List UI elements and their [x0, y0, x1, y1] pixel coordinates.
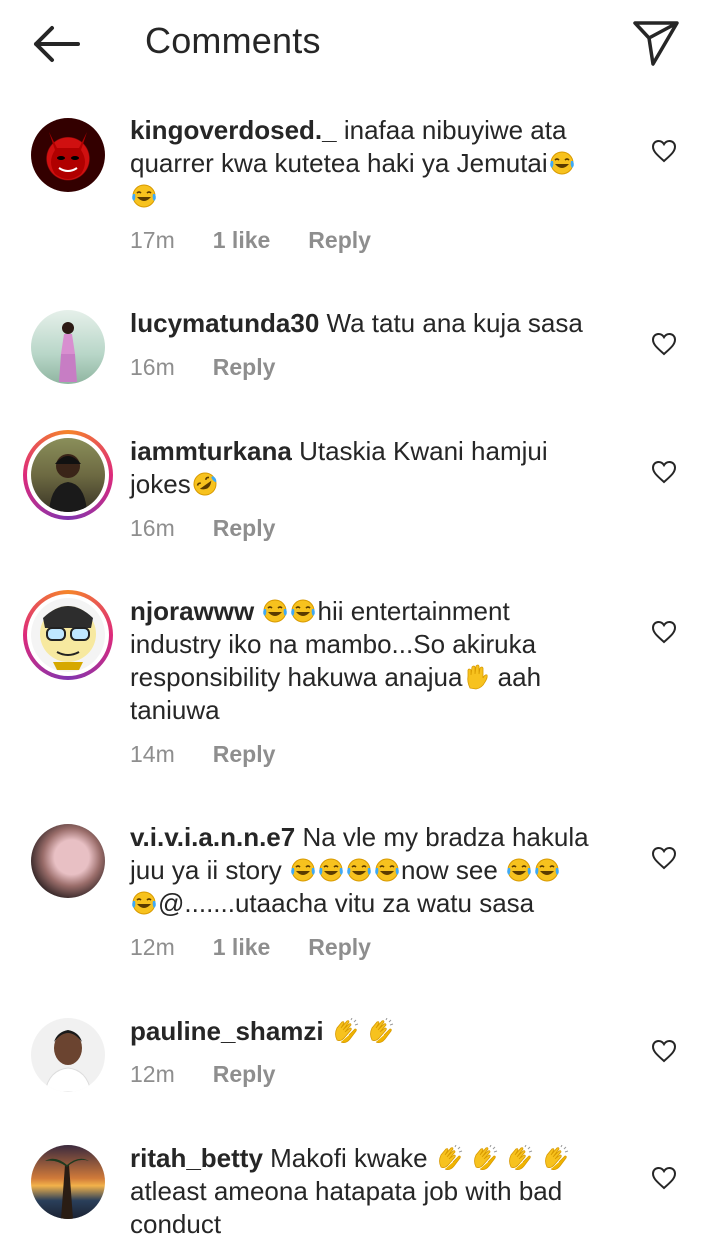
heart-outline-icon[interactable] [651, 139, 677, 163]
comment-time: 17m [130, 227, 175, 253]
comment-username[interactable]: pauline_shamzi [130, 1016, 324, 1046]
clapping-hands-emoji-icon [470, 1145, 498, 1171]
bottom-edge [0, 1238, 719, 1247]
avatar-story-ring[interactable] [23, 590, 113, 680]
comment-body: Wa tatu ana kuja sasa [319, 308, 583, 338]
comment-username[interactable]: iammturkana [130, 436, 292, 466]
comment-body: Utaskia Kwani hamjui [291, 436, 548, 466]
comment-body: Na vle my bradza hakula [295, 822, 589, 852]
laugh-emoji-icon [289, 857, 317, 883]
page-title: Comments [145, 20, 321, 61]
comment-meta: 12m 1 like Reply [130, 934, 409, 961]
comment-body: aah [490, 662, 542, 692]
avatar[interactable] [31, 824, 105, 898]
comment-body: juu ya ii story [130, 855, 289, 885]
heart-outline-icon[interactable] [651, 1166, 677, 1190]
comment-meta: 16m Reply [130, 515, 313, 542]
comment-body: jokes [130, 469, 191, 499]
comment-body: taniuwa [130, 695, 220, 725]
laugh-emoji-icon [533, 857, 561, 883]
comment-body: Makofi kwake [262, 1143, 435, 1173]
avatar[interactable] [31, 310, 105, 384]
comment-time: 16m [130, 515, 175, 541]
comment-body: @.......utaacha vitu za watu sasa [158, 888, 535, 918]
reply-button[interactable]: Reply [308, 227, 371, 253]
avatar[interactable] [31, 1018, 105, 1092]
paper-plane-icon[interactable] [632, 18, 680, 66]
clapping-hands-emoji-icon [435, 1145, 463, 1171]
clapping-hands-emoji-icon [541, 1145, 569, 1171]
comment-username[interactable]: ritah_betty [130, 1143, 263, 1173]
reply-button[interactable]: Reply [213, 354, 276, 380]
comment-meta: 16m Reply [130, 354, 313, 381]
clapping-hands-emoji-icon [366, 1018, 394, 1044]
avatar[interactable] [31, 118, 105, 192]
comment-body: quarrer kwa kutetea haki ya Jemutai [130, 148, 548, 178]
raised-hand-emoji-icon [462, 664, 490, 690]
heart-outline-icon[interactable] [651, 620, 677, 644]
laugh-emoji-icon [345, 857, 373, 883]
comment-text: ritah_betty Makofi kwake atleast ameona … [130, 1142, 620, 1241]
like-count[interactable]: 1 like [213, 227, 271, 253]
reply-button[interactable]: Reply [213, 741, 276, 767]
comment-meta: 14m Reply [130, 741, 313, 768]
comment-text: lucymatunda30 Wa tatu ana kuja sasa [130, 307, 620, 340]
clapping-hands-emoji-icon [505, 1145, 533, 1171]
comment-time: 12m [130, 1061, 175, 1087]
comment-text: iammturkana Utaskia Kwani hamjui jokes [130, 435, 620, 501]
comment-body: hii entertainment [317, 596, 510, 626]
comment-username[interactable]: kingoverdosed._ [130, 115, 337, 145]
header-bar: Comments [0, 0, 719, 88]
laugh-emoji-icon [373, 857, 401, 883]
comment-body: inafaa nibuyiwe ata [336, 115, 567, 145]
heart-outline-icon[interactable] [651, 332, 677, 356]
comment-body: atleast ameona hatapata job with bad [130, 1176, 563, 1206]
reply-button[interactable]: Reply [308, 934, 371, 960]
like-count[interactable]: 1 like [213, 934, 271, 960]
laugh-emoji-icon [130, 890, 158, 916]
arrow-left-icon[interactable] [30, 22, 82, 66]
heart-outline-icon[interactable] [651, 460, 677, 484]
laugh-emoji-icon [317, 857, 345, 883]
rofl-emoji-icon [191, 471, 219, 497]
laugh-emoji-icon [505, 857, 533, 883]
heart-outline-icon[interactable] [651, 1039, 677, 1063]
avatar[interactable] [31, 1145, 105, 1219]
reply-button[interactable]: Reply [213, 1061, 276, 1087]
clapping-hands-emoji-icon [331, 1018, 359, 1044]
comment-time: 12m [130, 934, 175, 960]
avatar-story-ring[interactable] [23, 430, 113, 520]
comment-meta: 12m Reply [130, 1061, 313, 1088]
comment-text: pauline_shamzi [130, 1015, 620, 1048]
comment-username[interactable]: lucymatunda30 [130, 308, 319, 338]
comment-text: v.i.v.i.a.n.n.e7 Na vle my bradza hakula… [130, 821, 620, 920]
reply-button[interactable]: Reply [213, 515, 276, 541]
laugh-emoji-icon [261, 598, 289, 624]
comment-time: 16m [130, 354, 175, 380]
comment-body: industry iko na mambo...So akiruka [130, 629, 537, 659]
comment-time: 14m [130, 741, 175, 767]
heart-outline-icon[interactable] [651, 846, 677, 870]
comment-body: now see [400, 855, 506, 885]
comment-username[interactable]: njorawww [130, 596, 254, 626]
comment-meta: 17m 1 like Reply [130, 227, 409, 254]
laugh-emoji-icon [289, 598, 317, 624]
comment-text: njorawww hii entertainment industry iko … [130, 595, 620, 727]
comment-body: conduct [130, 1209, 222, 1239]
laugh-emoji-icon [548, 150, 576, 176]
laugh-emoji-icon [130, 183, 158, 209]
comment-username[interactable]: v.i.v.i.a.n.n.e7 [130, 822, 295, 852]
comment-body: responsibility hakuwa anajua [130, 662, 463, 692]
comment-text: kingoverdosed._ inafaa nibuyiwe ata quar… [130, 114, 620, 213]
